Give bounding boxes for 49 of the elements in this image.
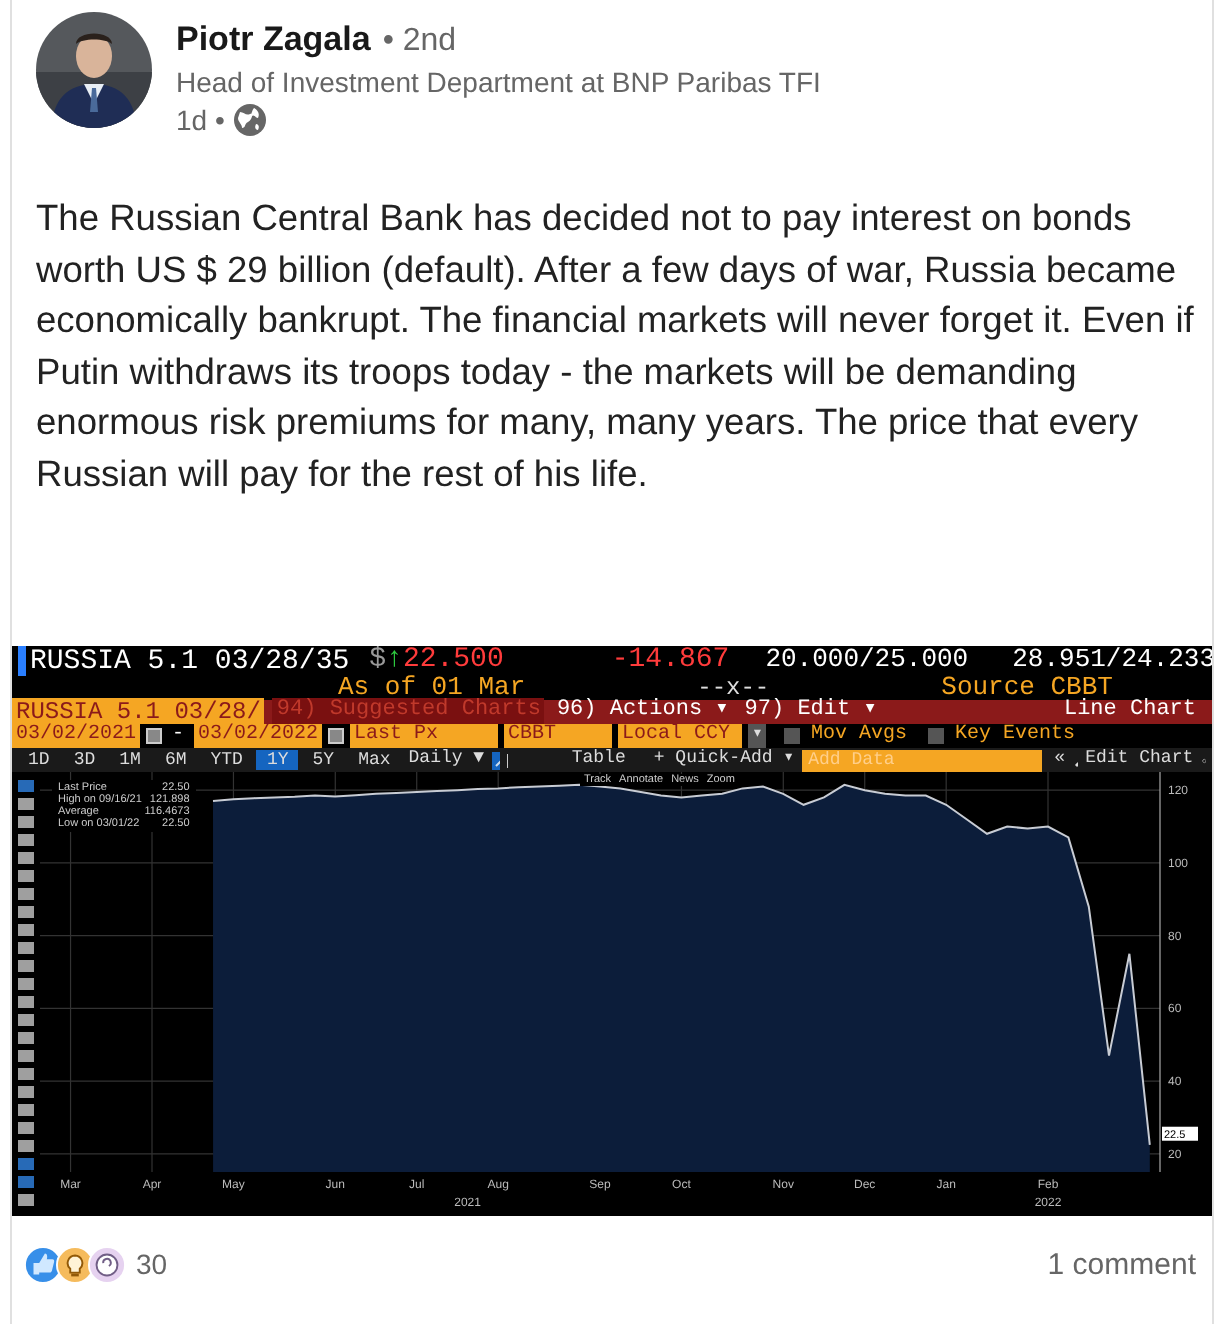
field-dropdown[interactable]: Last Px [350, 723, 499, 749]
bar-chart-icon[interactable] [503, 751, 508, 769]
toggle-checkbox[interactable] [928, 728, 945, 744]
chart-type-label: Line Chart [1061, 698, 1198, 724]
add-data-field[interactable]: Add Data [802, 749, 1043, 771]
source-dropdown[interactable]: CBBT [504, 723, 613, 749]
end-date-field[interactable]: 03/02/2022 [194, 723, 323, 749]
globe-icon [232, 102, 269, 138]
reaction-count[interactable]: 30 [136, 1248, 168, 1280]
start-date-field[interactable]: 03/02/2021 [12, 723, 141, 749]
range-tab[interactable]: 1Y [256, 750, 299, 770]
date-separator: - [170, 723, 187, 749]
range-tab[interactable]: 1D [18, 750, 60, 770]
edit-chart-button[interactable]: Edit Chart [1081, 748, 1198, 772]
like-icon [24, 1245, 62, 1283]
frequency-dropdown[interactable]: Daily ▼ [404, 748, 489, 772]
author-name[interactable]: Piotr Zagala [176, 20, 371, 60]
currency-dropdown[interactable]: Local CCY [618, 723, 743, 749]
bid-ask-size: 20.000/25.000 [763, 646, 971, 676]
menu-item[interactable]: 97) Edit ▾ [740, 698, 881, 726]
currency-symbol: $ [369, 646, 387, 676]
toggle-label: Key Events [952, 723, 1077, 749]
last-price: 22.500 [402, 646, 504, 676]
range-tab[interactable]: Max [348, 750, 401, 770]
quick-add-button[interactable]: + Quick-Add ▾ [649, 748, 799, 772]
calendar-icon[interactable] [328, 728, 345, 744]
toggle-checkbox[interactable] [784, 728, 801, 744]
range-tab[interactable]: YTD [200, 750, 253, 770]
range-tab[interactable]: 5Y [302, 750, 345, 770]
table-button[interactable]: Table [567, 748, 630, 772]
connection-degree: • 2nd [382, 24, 457, 60]
range-tab[interactable]: 3D [63, 750, 106, 770]
bulb-icon [56, 1245, 94, 1283]
dropdown-toggle[interactable]: ▾ [748, 724, 767, 748]
price-direction: ↑ [386, 646, 403, 676]
line-chart-icon[interactable] [492, 751, 500, 769]
range-tab[interactable]: 6M [154, 750, 197, 770]
post-time: 1d • [176, 104, 225, 136]
post-text: The Russian Central Bank has decided not to pay interest on bonds worth US $ 29 billion (default). After a few days of war, Russia became economically bankrupt. The financial markets will never forget it. Even if Putin withdraws its troops today - the markets will be demanding enormous risk premiums for many, many years. The price that every Russian will pay for the rest of his life. [36, 194, 1196, 498]
comments-link[interactable]: 1 comment [1047, 1247, 1196, 1281]
calendar-icon[interactable] [146, 728, 163, 744]
toggle-label: Mov Avgs [808, 723, 909, 749]
price-change: -14.867 [609, 646, 732, 679]
curious-emoji-icon [88, 1245, 126, 1283]
author-headline: Head of Investment Department at BNP Paribas TFI [176, 66, 821, 98]
collapse-button[interactable]: « [1050, 748, 1070, 772]
menu-item[interactable]: 96) Actions ▾ [552, 698, 733, 726]
range-tab[interactable]: 1M [109, 750, 151, 770]
market-marker: --x-- [697, 673, 770, 701]
